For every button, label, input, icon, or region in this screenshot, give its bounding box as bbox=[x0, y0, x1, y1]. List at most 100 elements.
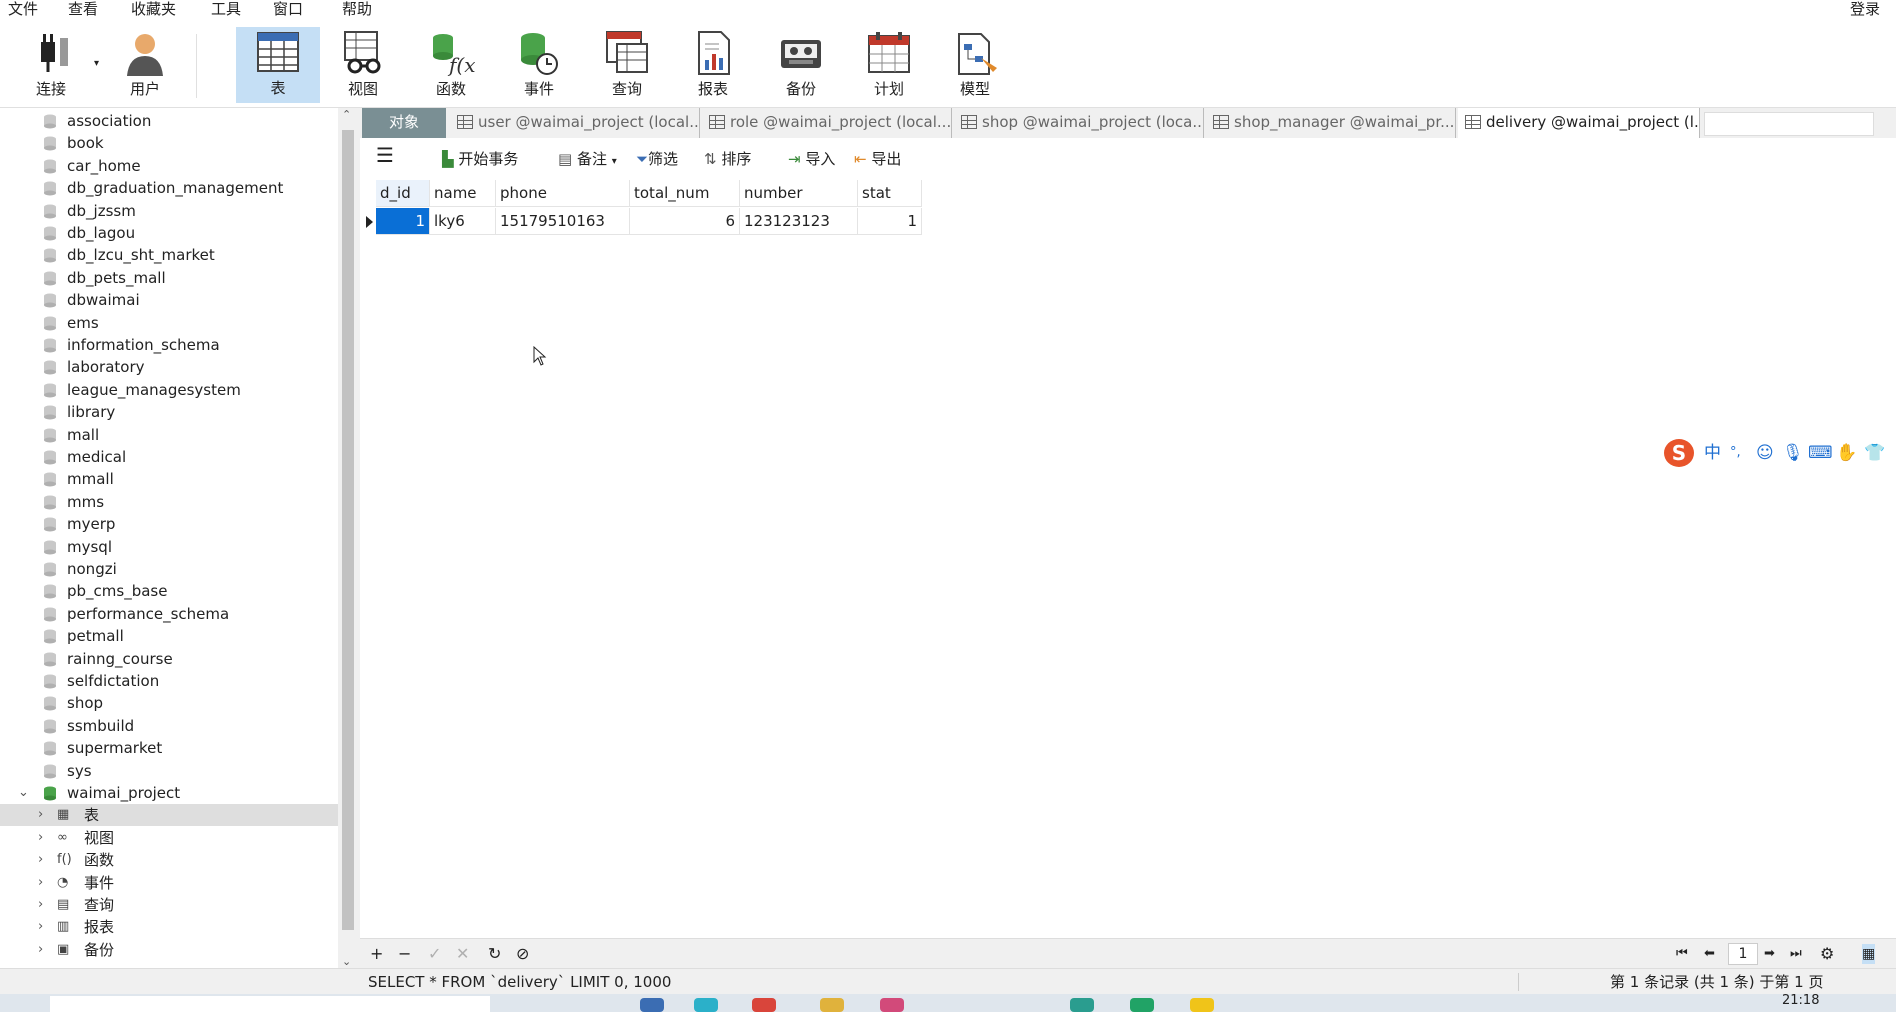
chevron-right-icon[interactable]: › bbox=[38, 894, 43, 916]
previous-page-icon[interactable]: ⬅ bbox=[1704, 944, 1715, 964]
last-page-icon[interactable]: ⏭ bbox=[1790, 944, 1802, 964]
backup-button[interactable]: 备份 bbox=[762, 28, 840, 102]
stop-icon[interactable]: ⊘ bbox=[516, 944, 529, 964]
tree-item-object-group[interactable]: › ▣ 备份 bbox=[0, 939, 338, 961]
report-button[interactable]: 报表 bbox=[674, 28, 752, 102]
hamburger-menu-icon[interactable]: ☰ bbox=[376, 145, 394, 165]
tree-item-database[interactable]: information_schema bbox=[0, 334, 338, 356]
tree-item-database[interactable]: association bbox=[0, 110, 338, 132]
tree-item-database[interactable]: book bbox=[0, 132, 338, 154]
column-header-total_num[interactable]: total_num bbox=[630, 180, 740, 207]
taskbar-app-icon[interactable] bbox=[880, 998, 904, 1012]
query-button[interactable]: 查询 bbox=[588, 28, 666, 102]
tree-item-database[interactable]: performance_schema bbox=[0, 603, 338, 625]
tree-item-database[interactable]: mmall bbox=[0, 468, 338, 490]
table-cell[interactable]: 1 bbox=[376, 208, 430, 235]
begin-transaction-button[interactable]: ▙ 开始事务 bbox=[442, 150, 518, 168]
tree-item-database[interactable]: myerp bbox=[0, 513, 338, 535]
page-number-input[interactable]: 1 bbox=[1728, 943, 1758, 965]
tree-item-object-group[interactable]: › ∞ 视图 bbox=[0, 827, 338, 849]
taskbar-app-icon[interactable] bbox=[640, 998, 664, 1012]
tree-item-database[interactable]: shop bbox=[0, 692, 338, 714]
sort-button[interactable]: ⇅ 排序 bbox=[704, 150, 751, 168]
taskbar-app-icon[interactable] bbox=[752, 998, 776, 1012]
chevron-right-icon[interactable]: › bbox=[38, 849, 43, 871]
discard-changes-icon[interactable]: ✕ bbox=[456, 944, 469, 964]
column-header-phone[interactable]: phone bbox=[496, 180, 630, 207]
table-cell[interactable]: 6 bbox=[630, 208, 740, 235]
chevron-right-icon[interactable]: › bbox=[38, 827, 43, 849]
keyboard-icon[interactable]: ⌨ bbox=[1808, 442, 1833, 464]
microphone-icon[interactable]: 🎙 bbox=[1782, 442, 1804, 464]
ime-chinese-mode[interactable]: 中 bbox=[1704, 442, 1721, 464]
tree-item-database[interactable]: sys bbox=[0, 760, 338, 782]
tree-item-database[interactable]: ems bbox=[0, 312, 338, 334]
chevron-right-icon[interactable]: › bbox=[38, 804, 43, 826]
table-cell[interactable]: 15179510163 bbox=[496, 208, 630, 235]
taskbar-app-icon[interactable] bbox=[1070, 998, 1094, 1012]
connect-button[interactable]: ▾ 连接 bbox=[12, 28, 99, 102]
tree-item-object-group[interactable]: › ▥ 报表 bbox=[0, 916, 338, 938]
taskbar-search-box[interactable] bbox=[50, 996, 490, 1012]
tree-item-database[interactable]: selfdictation bbox=[0, 670, 338, 692]
chevron-right-icon[interactable]: › bbox=[38, 872, 43, 894]
tree-item-database[interactable]: supermarket bbox=[0, 737, 338, 759]
taskbar-app-icon[interactable] bbox=[1190, 998, 1214, 1012]
tree-item-database[interactable]: mysql bbox=[0, 536, 338, 558]
tree-item-database[interactable]: car_home bbox=[0, 155, 338, 177]
grid-view-icon[interactable]: ▦ bbox=[1862, 944, 1876, 964]
tab-role[interactable]: role @waimai_project (local... bbox=[702, 108, 952, 138]
column-header-stat[interactable]: stat bbox=[858, 180, 922, 207]
emoji-icon[interactable]: ☺ bbox=[1756, 442, 1774, 464]
table-button[interactable]: 表 bbox=[236, 27, 320, 103]
menu-help[interactable]: 帮助 bbox=[342, 0, 372, 19]
tree-item-object-group[interactable]: › ◔ 事件 bbox=[0, 872, 338, 894]
tab-user[interactable]: user @waimai_project (local... bbox=[450, 108, 700, 138]
sogou-logo-icon[interactable]: S bbox=[1664, 439, 1694, 467]
chevron-right-icon[interactable]: › bbox=[38, 916, 43, 938]
chevron-right-icon[interactable]: › bbox=[38, 939, 43, 961]
table-cell[interactable]: 1 bbox=[858, 208, 922, 235]
column-header-number[interactable]: number bbox=[740, 180, 858, 207]
refresh-icon[interactable]: ↻ bbox=[488, 944, 501, 964]
note-button[interactable]: ▤ 备注 ▾ bbox=[558, 150, 617, 171]
taskbar-app-icon[interactable] bbox=[820, 998, 844, 1012]
scroll-up-icon[interactable]: ⌃ bbox=[342, 108, 351, 121]
tree-item-database[interactable]: laboratory bbox=[0, 356, 338, 378]
taskbar-app-icon[interactable] bbox=[694, 998, 718, 1012]
column-header-name[interactable]: name bbox=[430, 180, 496, 207]
scroll-down-icon[interactable]: ⌄ bbox=[342, 955, 351, 968]
menu-window[interactable]: 窗口 bbox=[273, 0, 303, 19]
settings-gear-icon[interactable]: ⚙ bbox=[1820, 944, 1834, 964]
filter-button[interactable]: ⏷筛选 bbox=[636, 150, 678, 168]
tab-search-box[interactable] bbox=[1704, 112, 1874, 136]
table-cell[interactable]: 123123123 bbox=[740, 208, 858, 235]
note-dropdown-icon[interactable]: ▾ bbox=[612, 156, 617, 167]
table-cell[interactable]: lky6 bbox=[430, 208, 496, 235]
tab-shop[interactable]: shop @waimai_project (loca... bbox=[954, 108, 1204, 138]
first-page-icon[interactable]: ⏮ bbox=[1676, 944, 1688, 964]
tree-item-database[interactable]: mms bbox=[0, 491, 338, 513]
view-button[interactable]: 视图 bbox=[324, 28, 402, 102]
model-button[interactable]: 模型 bbox=[936, 28, 1014, 102]
tree-item-database[interactable]: db_graduation_management bbox=[0, 177, 338, 199]
tab-objects[interactable]: 对象 bbox=[362, 108, 446, 138]
tree-item-database[interactable]: ssmbuild bbox=[0, 715, 338, 737]
tree-item-database[interactable]: pb_cms_base bbox=[0, 580, 338, 602]
menu-file[interactable]: 文件 bbox=[8, 0, 38, 19]
scroll-thumb[interactable] bbox=[342, 130, 354, 930]
connect-dropdown-icon[interactable]: ▾ bbox=[94, 58, 99, 69]
tree-item-open-database[interactable]: ⌄ waimai_project bbox=[0, 782, 338, 804]
skin-icon[interactable]: 👕 bbox=[1864, 442, 1885, 464]
import-button[interactable]: ⇥ 导入 bbox=[788, 150, 835, 168]
menu-tools[interactable]: 工具 bbox=[211, 0, 241, 19]
tree-item-database[interactable]: dbwaimai bbox=[0, 289, 338, 311]
delete-record-icon[interactable]: − bbox=[398, 944, 411, 964]
tree-item-database[interactable]: petmall bbox=[0, 625, 338, 647]
tree-item-database[interactable]: medical bbox=[0, 446, 338, 468]
tree-item-database[interactable]: nongzi bbox=[0, 558, 338, 580]
tree-item-database[interactable]: league_managesystem bbox=[0, 379, 338, 401]
chevron-down-icon[interactable]: ⌄ bbox=[18, 782, 29, 804]
tree-item-database[interactable]: mall bbox=[0, 424, 338, 446]
schedule-button[interactable]: 计划 bbox=[850, 28, 928, 102]
